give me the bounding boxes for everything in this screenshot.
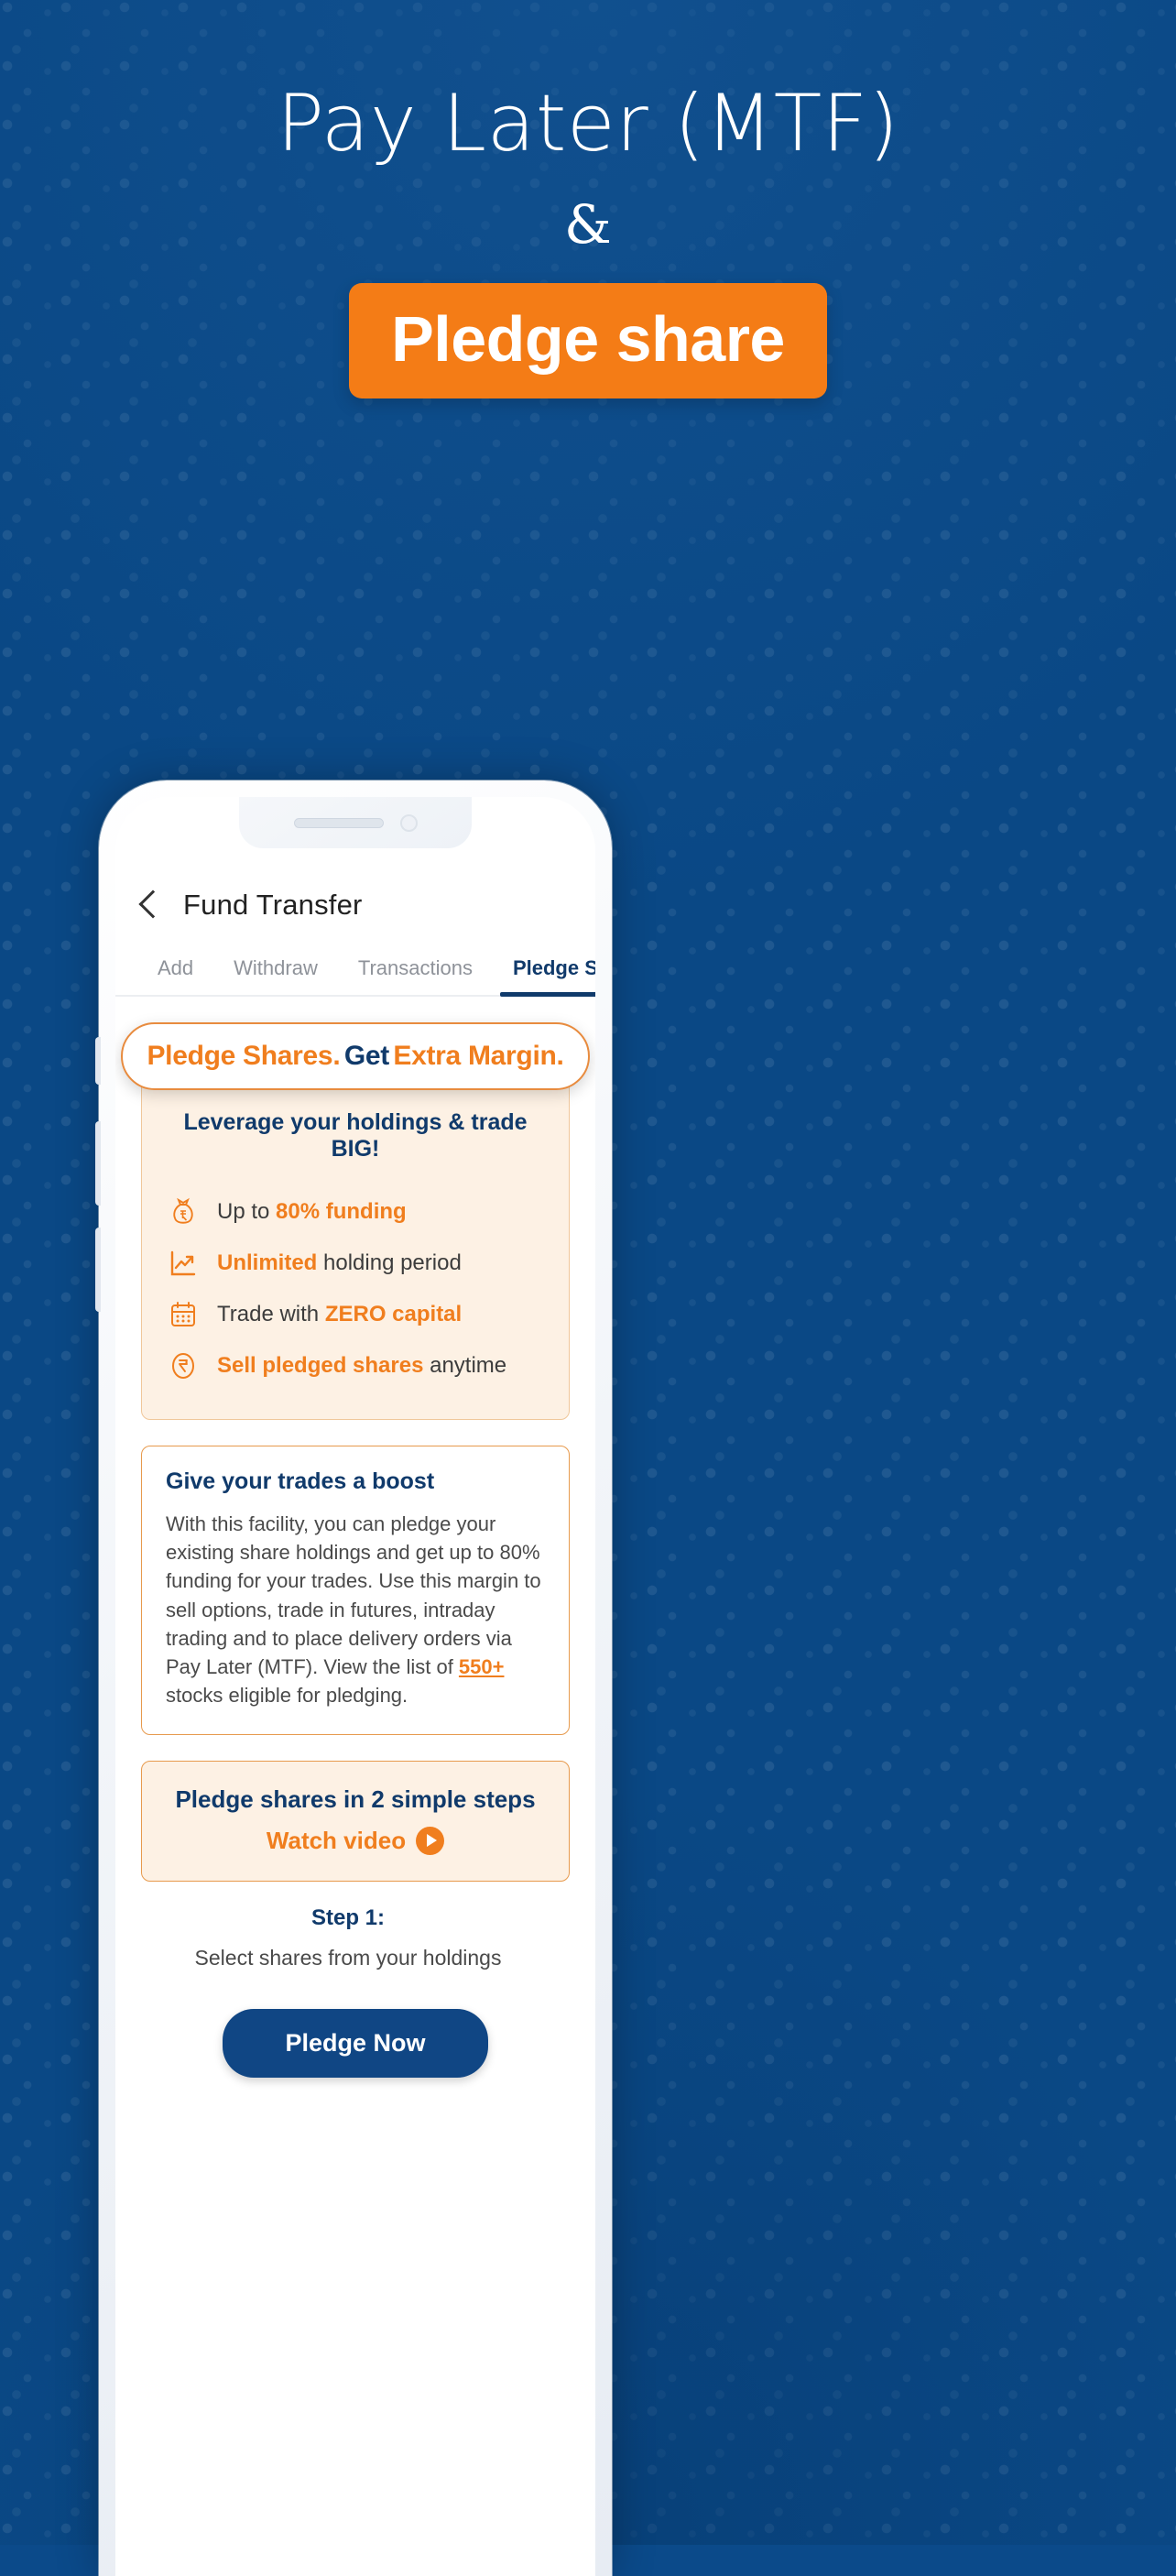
step-1-label: Step 1: [310, 1905, 385, 1930]
watch-video-label: Watch video [266, 1826, 407, 1854]
tab-transactions[interactable]: Transactions [338, 956, 493, 995]
boost-card-title: Give your trades a boost [166, 1468, 435, 1494]
phone-volume-down-button [95, 1228, 101, 1312]
feature-label-funding: Up to 80% funding [217, 1199, 407, 1224]
tab-add[interactable]: Add [137, 956, 213, 995]
speaker-grille-icon [293, 817, 384, 828]
phone-screen-frame: Fund Transfer Add Withdraw Transactions … [115, 797, 595, 2576]
trending-up-chart-icon [166, 1246, 201, 1281]
promo-pill-part3: Extra Margin. [393, 1041, 564, 1071]
phone-volume-up-button [95, 1121, 101, 1206]
promo-pill-banner: Pledge Shares. Get Extra Margin. [121, 1022, 590, 1090]
rupee-circle-icon [166, 1348, 201, 1383]
tab-bar: Add Withdraw Transactions Pledge Shares [115, 956, 595, 997]
calendar-icon [166, 1297, 201, 1332]
hero-ampersand: & [564, 192, 612, 256]
chevron-left-icon[interactable] [138, 890, 168, 919]
hero-banner-label: Pledge share [391, 302, 785, 375]
phone-notch [239, 797, 472, 848]
feature-item-zero-capital: Trade with ZERO capital [166, 1289, 545, 1340]
features-title: Leverage your holdings & trade BIG! [183, 1109, 528, 1162]
feature-item-holding-period: Unlimited holding period [166, 1238, 545, 1289]
promo-pill-wrapper: Pledge Shares. Get Extra Margin. [115, 1022, 595, 1090]
boost-card-body: With this facility, you can pledge your … [166, 1512, 541, 1708]
feature-item-sell-anytime: Sell pledged shares anytime [166, 1340, 545, 1392]
steps-list: Step 1: Select shares from your holdings… [115, 1905, 595, 1972]
feature-item-funding: Up to 80% funding [166, 1186, 545, 1238]
app-screen: Fund Transfer Add Withdraw Transactions … [115, 848, 595, 2576]
boost-card: Give your trades a boost With this facil… [141, 1446, 570, 1735]
features-card: Leverage your holdings & trade BIG! Up t… [141, 1066, 570, 1420]
step-1-description: Select shares from your holdings [194, 1945, 502, 1970]
money-bag-rupee-icon [166, 1195, 201, 1229]
tab-pledge-shares[interactable]: Pledge Shares [493, 956, 595, 997]
phone-mute-switch [95, 1037, 101, 1085]
feature-label-holding-period: Unlimited holding period [217, 1250, 462, 1275]
promo-pill-part1: Pledge Shares. [147, 1041, 341, 1071]
step-item-1: Step 1: Select shares from your holdings [128, 1905, 568, 1972]
promo-pill-part2: Get [343, 1041, 389, 1071]
cta-wrapper: Pledge Now [115, 2008, 595, 2078]
tab-withdraw[interactable]: Withdraw [213, 956, 338, 995]
hero-orange-banner: Pledge share [349, 282, 827, 398]
pledge-now-button[interactable]: Pledge Now [223, 2008, 488, 2078]
eligible-stocks-link[interactable]: 550+ [459, 1655, 505, 1678]
steps-promo-card: Pledge shares in 2 simple steps Watch vi… [141, 1760, 570, 1882]
front-camera-icon [399, 813, 418, 832]
hero-section: Pay Later (MTF) & Pledge share [0, 81, 1176, 398]
hero-headline: Pay Later (MTF) [277, 78, 899, 169]
play-circle-icon [416, 1826, 445, 1855]
feature-label-zero-capital: Trade with ZERO capital [217, 1302, 463, 1326]
watch-video-button[interactable]: Watch video [266, 1826, 445, 1855]
feature-label-sell-anytime: Sell pledged shares anytime [217, 1353, 507, 1378]
app-header: Fund Transfer [115, 848, 595, 922]
steps-promo-title: Pledge shares in 2 simple steps [175, 1785, 536, 1813]
phone-mockup: Fund Transfer Add Withdraw Transactions … [95, 780, 612, 2576]
page-title: Fund Transfer [183, 889, 363, 921]
